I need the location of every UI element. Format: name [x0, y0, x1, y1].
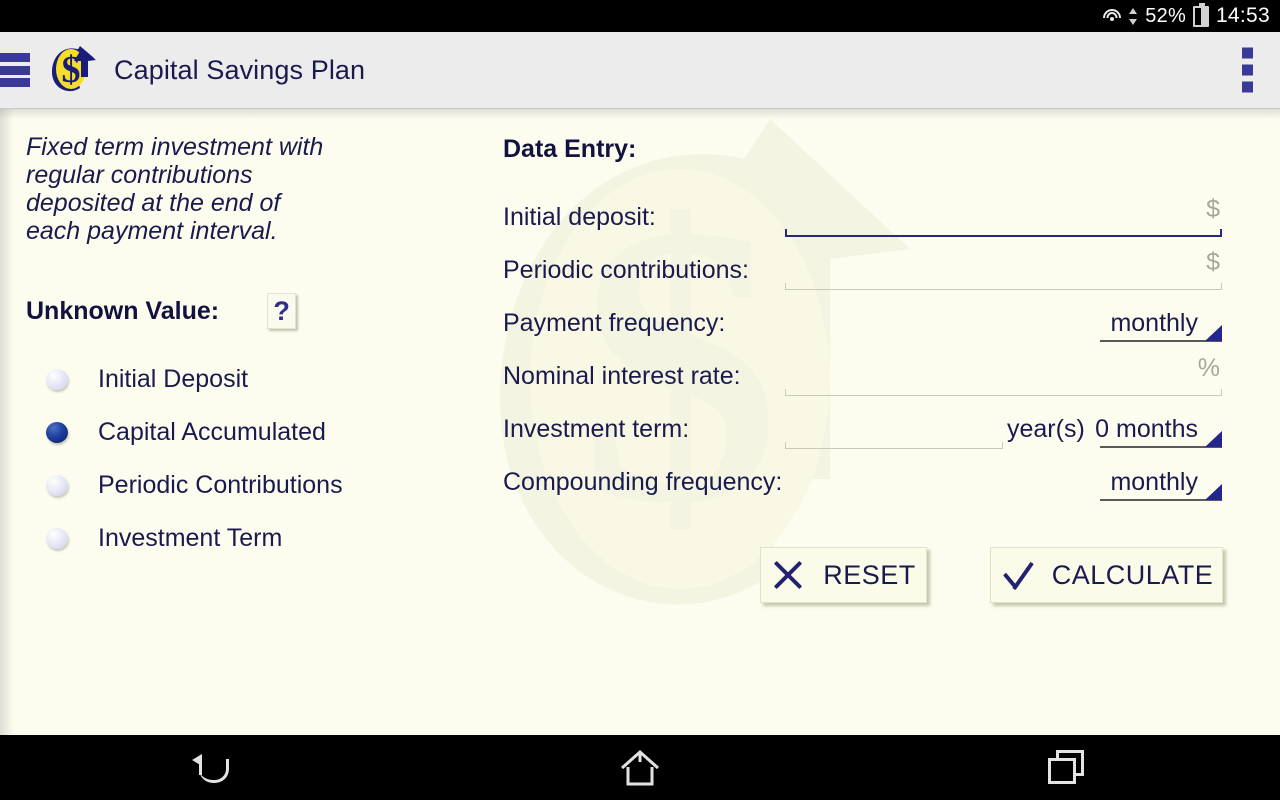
radio-indicator[interactable]: [46, 475, 68, 496]
periodic-contributions-field[interactable]: $: [785, 248, 1222, 290]
label-payment-frequency: Payment frequency:: [503, 309, 726, 337]
chevron-down-icon[interactable]: [1205, 325, 1222, 341]
calculate-button-label: CALCULATE: [1051, 559, 1214, 590]
nominal-interest-rate-field[interactable]: %: [785, 354, 1222, 396]
radio-option-periodic-contributions[interactable]: Periodic Contributions: [26, 459, 456, 512]
hamburger-menu-icon[interactable]: [0, 49, 30, 91]
help-button[interactable]: ?: [267, 293, 297, 329]
row-investment-term: Investment term: year(s) 0 months: [503, 403, 1248, 456]
device-screen: 52% 14:53 $ Capital Savings Plan $ Fixed…: [0, 0, 1280, 800]
wifi-icon: [1102, 8, 1122, 24]
chevron-down-icon[interactable]: [1205, 431, 1222, 447]
compounding-frequency-value: monthly: [1110, 468, 1198, 496]
overflow-menu-icon[interactable]: [1242, 47, 1253, 93]
battery-icon: [1192, 2, 1209, 27]
app-bar: $ Capital Savings Plan: [0, 32, 1280, 109]
radio-indicator-selected[interactable]: [46, 422, 68, 443]
unknown-value-header: Unknown Value: ?: [26, 293, 456, 329]
row-periodic-contributions: Periodic contributions: $: [503, 244, 1248, 297]
battery-percent-label: 52%: [1145, 4, 1186, 27]
nav-recents-button[interactable]: [853, 735, 1280, 800]
radio-label: Capital Accumulated: [98, 418, 326, 446]
years-unit-label: year(s): [1007, 415, 1085, 443]
data-entry-title: Data Entry:: [503, 135, 637, 163]
recent-apps-icon: [1047, 749, 1086, 786]
compounding-frequency-dropdown[interactable]: monthly: [1100, 461, 1222, 501]
dollar-suffix-label: $: [1206, 248, 1220, 276]
radio-indicator[interactable]: [46, 369, 68, 390]
investment-term-months-dropdown[interactable]: 0 months: [1095, 408, 1222, 448]
back-icon: [192, 751, 233, 785]
row-nominal-interest-rate: Nominal interest rate: %: [503, 350, 1248, 403]
percent-suffix-label: %: [1197, 354, 1220, 382]
investment-term-years-input[interactable]: [789, 409, 977, 447]
initial-deposit-field[interactable]: $: [785, 195, 1222, 237]
label-nominal-interest-rate: Nominal interest rate:: [503, 362, 741, 390]
nominal-interest-rate-input[interactable]: [789, 356, 1196, 394]
nav-back-button[interactable]: [0, 735, 427, 800]
radio-label: Initial Deposit: [98, 365, 249, 393]
label-compounding-frequency: Compounding frequency:: [503, 468, 783, 496]
periodic-contributions-input[interactable]: [789, 250, 1196, 288]
radio-option-initial-deposit[interactable]: Initial Deposit: [26, 353, 456, 406]
clock-label: 14:53: [1215, 4, 1270, 27]
main-content: $ Fixed term investment with regular con…: [0, 109, 1280, 735]
left-panel: Fixed term investment with regular contr…: [26, 133, 456, 565]
label-periodic-contributions: Periodic contributions:: [503, 256, 749, 284]
investment-term-months-value: 0 months: [1095, 415, 1198, 443]
reset-button[interactable]: RESET: [760, 547, 927, 603]
chevron-down-icon[interactable]: [1205, 484, 1222, 500]
close-x-icon: [771, 558, 805, 592]
unknown-value-title: Unknown Value:: [26, 296, 220, 325]
reset-button-label: RESET: [823, 559, 916, 590]
initial-deposit-input[interactable]: [789, 197, 1196, 235]
checkmark-icon: [1000, 558, 1034, 592]
payment-frequency-dropdown[interactable]: monthly: [1100, 302, 1222, 342]
calculate-button[interactable]: CALCULATE: [990, 547, 1223, 603]
dollar-suffix-label: $: [1206, 195, 1220, 223]
status-bar: 52% 14:53: [0, 0, 1280, 32]
radio-option-capital-accumulated[interactable]: Capital Accumulated: [26, 406, 456, 459]
radio-label: Periodic Contributions: [98, 471, 343, 499]
label-initial-deposit: Initial deposit:: [503, 203, 656, 231]
row-compounding-frequency: Compounding frequency: monthly: [503, 456, 1248, 509]
row-initial-deposit: Initial deposit: $: [503, 191, 1248, 244]
payment-frequency-value: monthly: [1110, 309, 1198, 337]
radio-option-investment-term[interactable]: Investment Term: [26, 512, 456, 565]
description-text: Fixed term investment with regular contr…: [26, 133, 324, 245]
data-transfer-arrows-icon: [1129, 7, 1138, 25]
row-payment-frequency: Payment frequency: monthly: [503, 297, 1248, 350]
home-icon: [618, 748, 662, 788]
page-title: Capital Savings Plan: [114, 54, 366, 85]
label-investment-term: Investment term:: [503, 415, 690, 443]
investment-term-years-field[interactable]: [785, 409, 1003, 449]
dollar-arrow-logo-icon: $: [42, 42, 100, 98]
radio-label: Investment Term: [98, 524, 283, 552]
unknown-value-radio-group: Initial Deposit Capital Accumulated Peri…: [26, 353, 456, 565]
data-entry-form: Data Entry: Initial deposit: $ Periodic …: [503, 135, 1248, 603]
system-navigation-bar: [0, 735, 1280, 800]
nav-home-button[interactable]: [427, 735, 854, 800]
radio-indicator[interactable]: [46, 528, 68, 549]
